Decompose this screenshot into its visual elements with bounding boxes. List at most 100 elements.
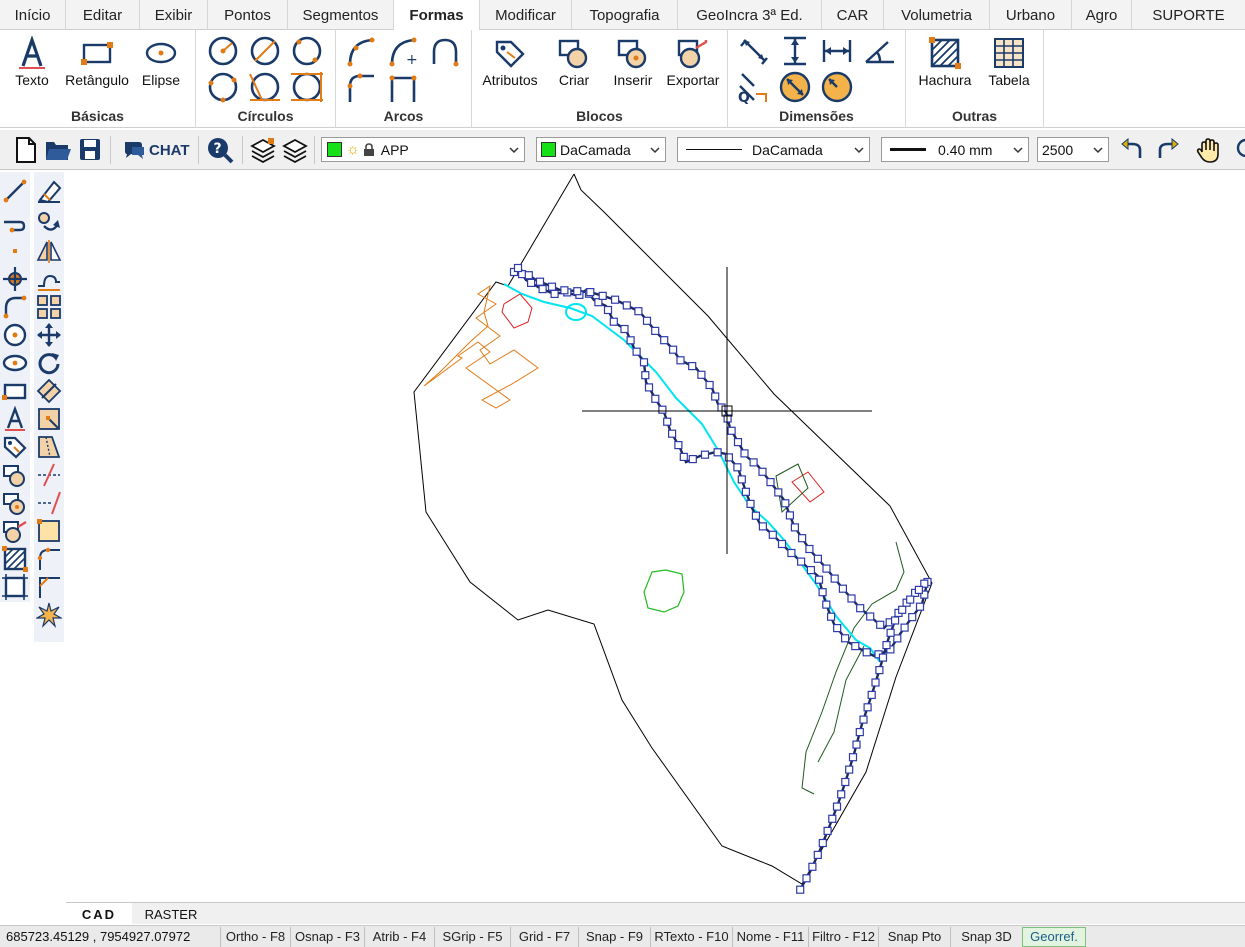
grip-marker[interactable]: [560, 286, 569, 295]
grip-marker[interactable]: [847, 594, 856, 603]
rotate-icon[interactable]: [36, 350, 62, 376]
grip-marker[interactable]: [740, 449, 749, 458]
grip-markers[interactable]: [509, 263, 932, 894]
grip-marker[interactable]: [787, 548, 796, 558]
drawing-svg[interactable]: [66, 172, 1245, 902]
scale-icon[interactable]: [36, 378, 62, 404]
circle-diameter-icon[interactable]: [248, 34, 282, 68]
arc-icon[interactable]: [2, 294, 28, 320]
grip-marker[interactable]: [837, 790, 846, 799]
grip-marker[interactable]: [906, 595, 915, 604]
grip-marker[interactable]: [688, 455, 697, 464]
dimension-horizontal-icon[interactable]: [820, 34, 854, 68]
fillet-icon[interactable]: [36, 546, 62, 572]
grip-marker[interactable]: [598, 291, 607, 301]
layer-manager-icon[interactable]: [282, 136, 308, 164]
grip-marker[interactable]: [724, 453, 734, 462]
nome-toggle[interactable]: Nome - F11: [732, 926, 808, 947]
rtexto-toggle[interactable]: RTexto - F10: [650, 926, 732, 947]
grip-marker[interactable]: [841, 777, 850, 787]
grip-marker[interactable]: [766, 478, 775, 487]
grip-marker[interactable]: [826, 612, 836, 621]
georref-toggle[interactable]: Georref.: [1022, 926, 1086, 947]
explode-block-icon[interactable]: [36, 518, 62, 544]
grip-marker[interactable]: [751, 511, 761, 520]
grip-marker[interactable]: [832, 802, 842, 811]
arc-continue-icon[interactable]: [386, 70, 420, 104]
grip-marker[interactable]: [713, 448, 722, 457]
elipse-button[interactable]: Elipse: [138, 36, 184, 88]
grip-marker[interactable]: [790, 523, 800, 532]
sgrip-toggle[interactable]: SGrip - F5: [434, 926, 510, 947]
grip-marker[interactable]: [806, 566, 816, 575]
grip-marker[interactable]: [658, 405, 667, 414]
snap-3d-toggle[interactable]: Snap 3D: [950, 926, 1022, 947]
grip-marker[interactable]: [639, 358, 649, 367]
grip-marker[interactable]: [737, 475, 746, 484]
grip-marker[interactable]: [890, 616, 900, 625]
tab-pontos[interactable]: Pontos: [208, 0, 288, 30]
grip-marker[interactable]: [668, 345, 678, 354]
grip-marker[interactable]: [663, 417, 672, 426]
erase-icon[interactable]: [36, 178, 62, 204]
ortho-toggle[interactable]: Ortho - F8: [220, 926, 290, 947]
grip-marker[interactable]: [866, 612, 875, 621]
grip-marker[interactable]: [908, 613, 917, 622]
text-icon[interactable]: [2, 406, 28, 432]
grip-marker[interactable]: [859, 715, 868, 724]
grip-marker[interactable]: [758, 522, 768, 531]
grip-marker[interactable]: [741, 487, 751, 496]
grip-marker[interactable]: [813, 554, 823, 563]
tab-formas[interactable]: Formas: [394, 0, 480, 31]
grip-marker[interactable]: [838, 584, 848, 593]
grip-marker[interactable]: [651, 326, 660, 335]
grip-marker[interactable]: [852, 740, 861, 749]
lineweight-select[interactable]: 0.40 mm: [881, 137, 1029, 162]
grip-marker[interactable]: [644, 383, 654, 392]
line-icon[interactable]: [2, 178, 28, 204]
dimension-vertical-icon[interactable]: [778, 34, 812, 68]
grip-marker[interactable]: [547, 282, 557, 291]
taper-icon[interactable]: [36, 434, 62, 460]
red-shape[interactable]: [501, 293, 533, 329]
grip-marker[interactable]: [632, 347, 641, 356]
tab-cad[interactable]: CAD: [66, 903, 132, 925]
grip-marker[interactable]: [796, 557, 806, 566]
grip-marker[interactable]: [893, 634, 902, 643]
grip-marker[interactable]: [573, 287, 582, 296]
trim-icon[interactable]: [36, 462, 62, 488]
grip-marker[interactable]: [867, 690, 876, 700]
grip-marker[interactable]: [711, 392, 720, 401]
ellipse-icon[interactable]: [2, 350, 28, 376]
grip-marker[interactable]: [609, 317, 618, 326]
grip-marker[interactable]: [828, 814, 837, 823]
circle-tangent-three-icon[interactable]: [290, 70, 324, 104]
grip-marker[interactable]: [822, 600, 831, 609]
tabela-button[interactable]: Tabela: [986, 36, 1032, 88]
grip-marker[interactable]: [538, 284, 547, 294]
point-target-icon[interactable]: [2, 266, 28, 292]
grip-marker[interactable]: [622, 301, 631, 310]
grip-marker[interactable]: [900, 623, 909, 632]
grip-marker[interactable]: [758, 467, 767, 476]
snap-toggle[interactable]: Snap - F9: [578, 926, 650, 947]
point-icon[interactable]: [2, 238, 28, 264]
new-file-icon[interactable]: [14, 136, 38, 164]
chamfer-icon[interactable]: [36, 574, 62, 600]
grip-marker[interactable]: [667, 429, 677, 438]
tab-geoincra[interactable]: GeoIncra 3ª Ed.: [678, 0, 822, 30]
copy-rotate-icon[interactable]: [36, 210, 62, 236]
grip-marker[interactable]: [679, 452, 688, 461]
grip-marker[interactable]: [610, 295, 620, 304]
grip-marker[interactable]: [626, 336, 635, 345]
extend-icon[interactable]: [36, 490, 62, 516]
drawing-canvas[interactable]: [66, 172, 1245, 902]
grip-marker[interactable]: [875, 666, 884, 675]
tab-urbano[interactable]: Urbano: [990, 0, 1072, 30]
grip-marker[interactable]: [586, 287, 595, 297]
tab-segmentos[interactable]: Segmentos: [288, 0, 394, 30]
dimension-radius-icon[interactable]: [820, 70, 854, 104]
grip-marker[interactable]: [727, 426, 736, 435]
pan-hand-icon[interactable]: [1196, 136, 1222, 164]
grip-marker[interactable]: [524, 271, 533, 280]
